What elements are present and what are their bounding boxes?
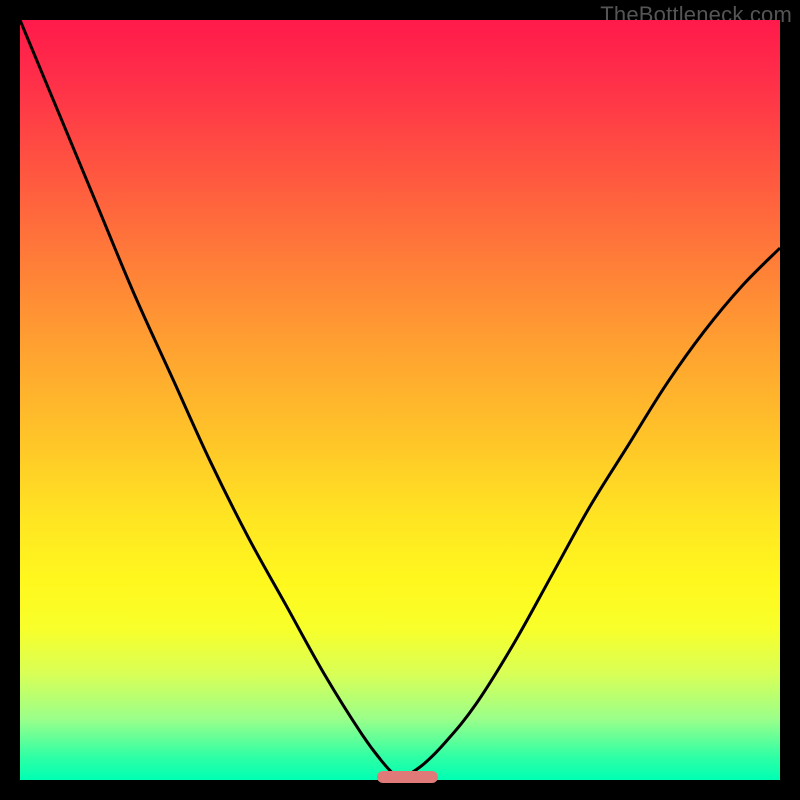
right-branch-curve (400, 248, 780, 780)
left-branch-curve (20, 20, 400, 780)
chart-frame: TheBottleneck.com (0, 0, 800, 800)
optimal-range-marker (377, 771, 438, 783)
plot-area (20, 20, 780, 780)
curve-layer (20, 20, 780, 780)
